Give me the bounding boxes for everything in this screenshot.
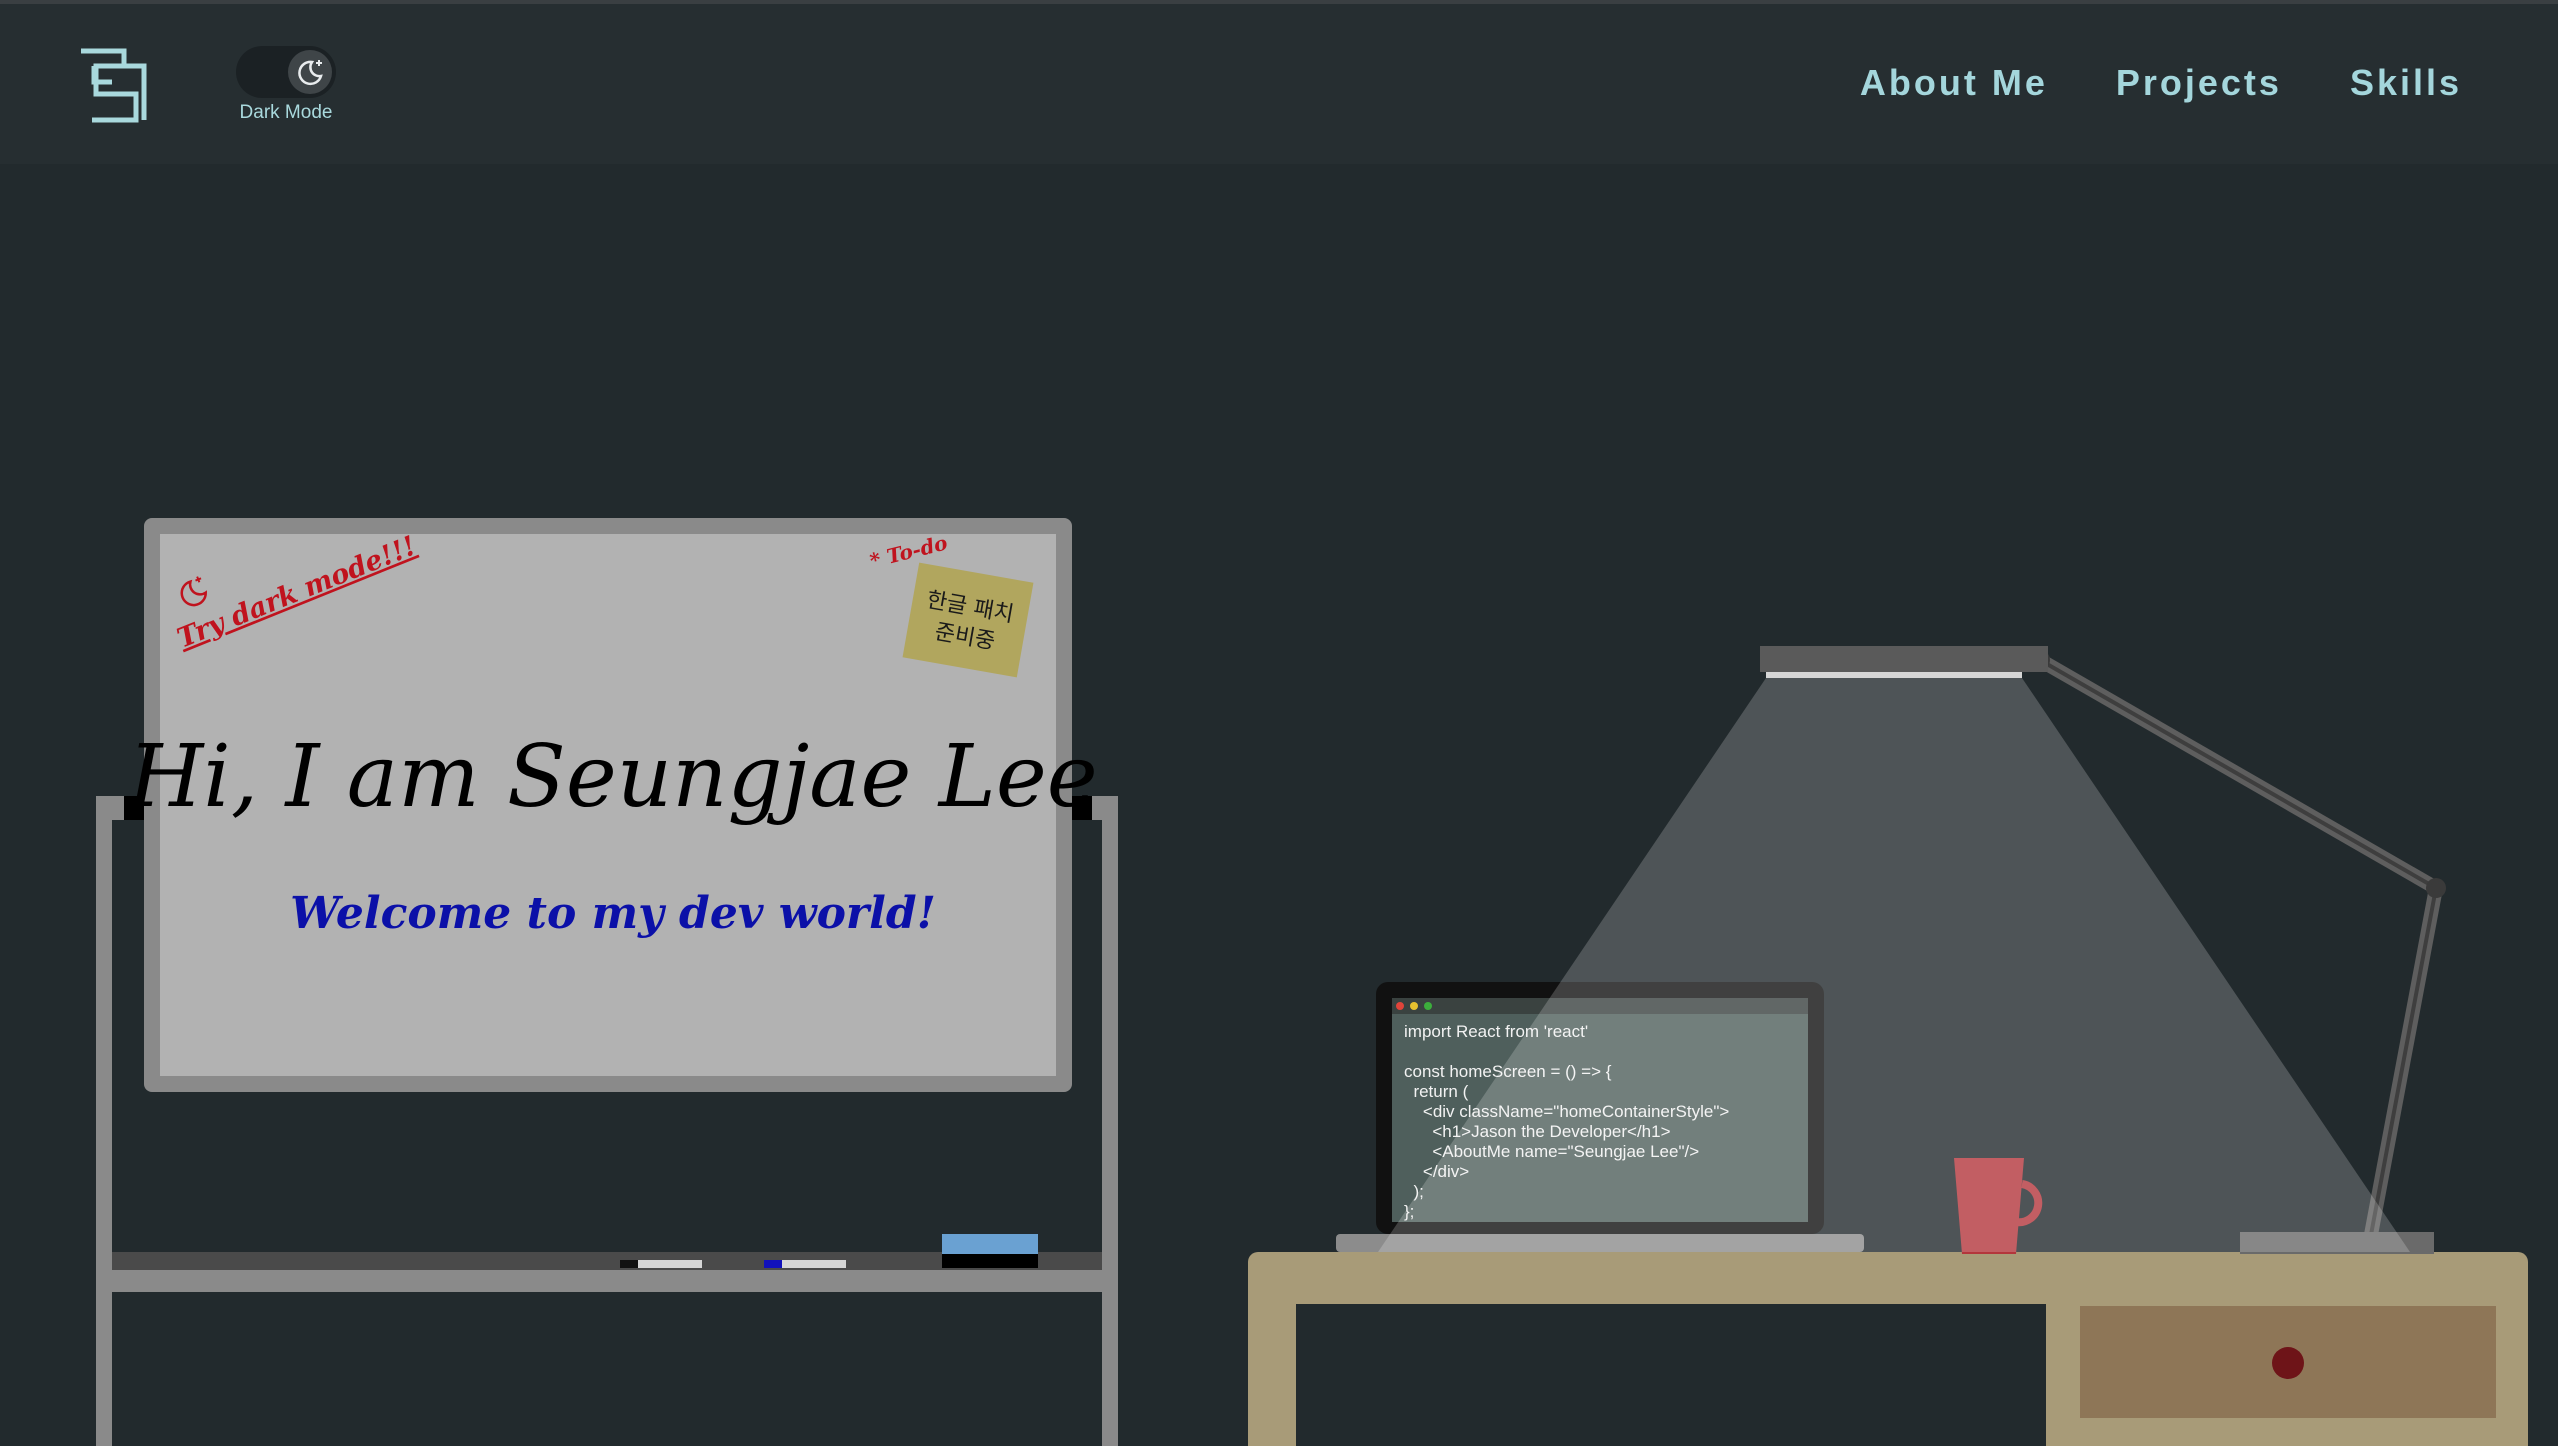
drawer-knob [2272,1347,2304,1379]
code-line: return ( [1404,1082,1469,1101]
board-subheading: Welcome to my dev world! [290,888,936,939]
marker-blue [764,1260,846,1268]
board-heading: Hi, I am Seungjae Lee [126,727,1097,827]
sticky-note: 한글 패치 준비중 [902,562,1034,678]
lamp-light-cone [1378,678,2410,1252]
room-scene: Hi, I am Seungjae Lee Welcome to my dev … [96,518,2528,1446]
eraser [942,1234,1038,1268]
desk [1248,1252,2528,1446]
marker-black [620,1260,702,1268]
